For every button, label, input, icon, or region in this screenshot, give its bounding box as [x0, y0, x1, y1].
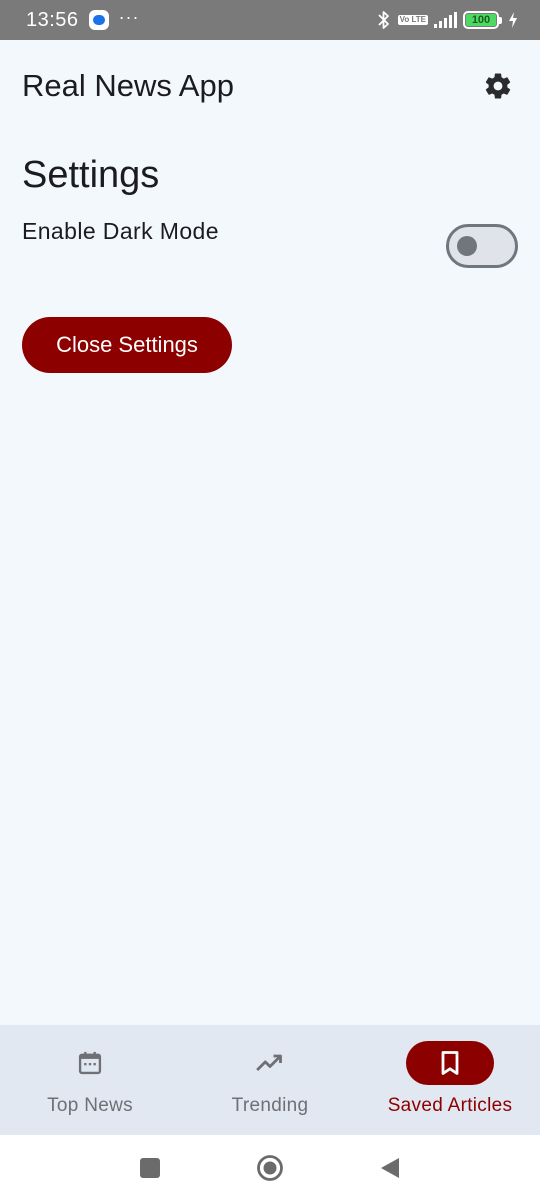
- bookmark-icon: [441, 1051, 459, 1075]
- battery-level: 100: [466, 14, 496, 26]
- toggle-knob: [457, 236, 477, 256]
- status-right: Vo LTE 100: [376, 10, 518, 30]
- settings-title: Settings: [22, 154, 160, 196]
- close-settings-button[interactable]: Close Settings: [22, 317, 232, 373]
- dark-mode-setting-row: Enable Dark Mode: [22, 212, 518, 280]
- nav-item-saved-articles[interactable]: Saved Articles: [360, 1025, 540, 1135]
- nav-icon-container: [46, 1041, 134, 1085]
- settings-button[interactable]: [478, 66, 518, 106]
- nav-item-top-news[interactable]: Top News: [0, 1025, 180, 1135]
- calendar-icon: [78, 1051, 102, 1075]
- status-bar: 13:56 ··· Vo LTE 100: [0, 0, 540, 40]
- nav-icon-container: [226, 1041, 314, 1085]
- charging-icon: [509, 12, 517, 28]
- dark-mode-toggle[interactable]: [446, 224, 518, 268]
- app-header: Real News App: [0, 40, 540, 132]
- nav-label-top-news: Top News: [47, 1095, 133, 1116]
- nav-icon-container-active: [406, 1041, 494, 1085]
- system-navigation-bar: [0, 1135, 540, 1200]
- bluetooth-icon: [377, 11, 389, 29]
- triangle-back-icon: [381, 1157, 399, 1178]
- gear-icon: [485, 73, 511, 99]
- nav-item-trending[interactable]: Trending: [180, 1025, 360, 1135]
- signal-icon: [434, 12, 457, 28]
- dark-mode-label: Enable Dark Mode: [22, 218, 219, 244]
- nav-label-saved-articles: Saved Articles: [387, 1095, 513, 1116]
- volte-icon: Vo LTE: [397, 15, 428, 25]
- more-notifications-icon: ···: [118, 6, 140, 27]
- status-time: 13:56: [26, 8, 79, 31]
- battery-icon: 100: [463, 11, 502, 29]
- nav-label-trending: Trending: [231, 1095, 309, 1116]
- recents-button[interactable]: [132, 1150, 168, 1186]
- status-left: 13:56 ···: [26, 6, 140, 32]
- home-button[interactable]: [252, 1150, 288, 1186]
- message-app-icon: [88, 10, 109, 30]
- bottom-navigation: Top News Trending Saved Articles: [0, 1025, 540, 1135]
- back-button[interactable]: [372, 1150, 408, 1186]
- app-title: Real News App: [22, 68, 234, 103]
- trending-up-icon: [256, 1054, 282, 1071]
- square-recents-icon: [140, 1157, 160, 1178]
- circle-home-icon: [257, 1154, 283, 1181]
